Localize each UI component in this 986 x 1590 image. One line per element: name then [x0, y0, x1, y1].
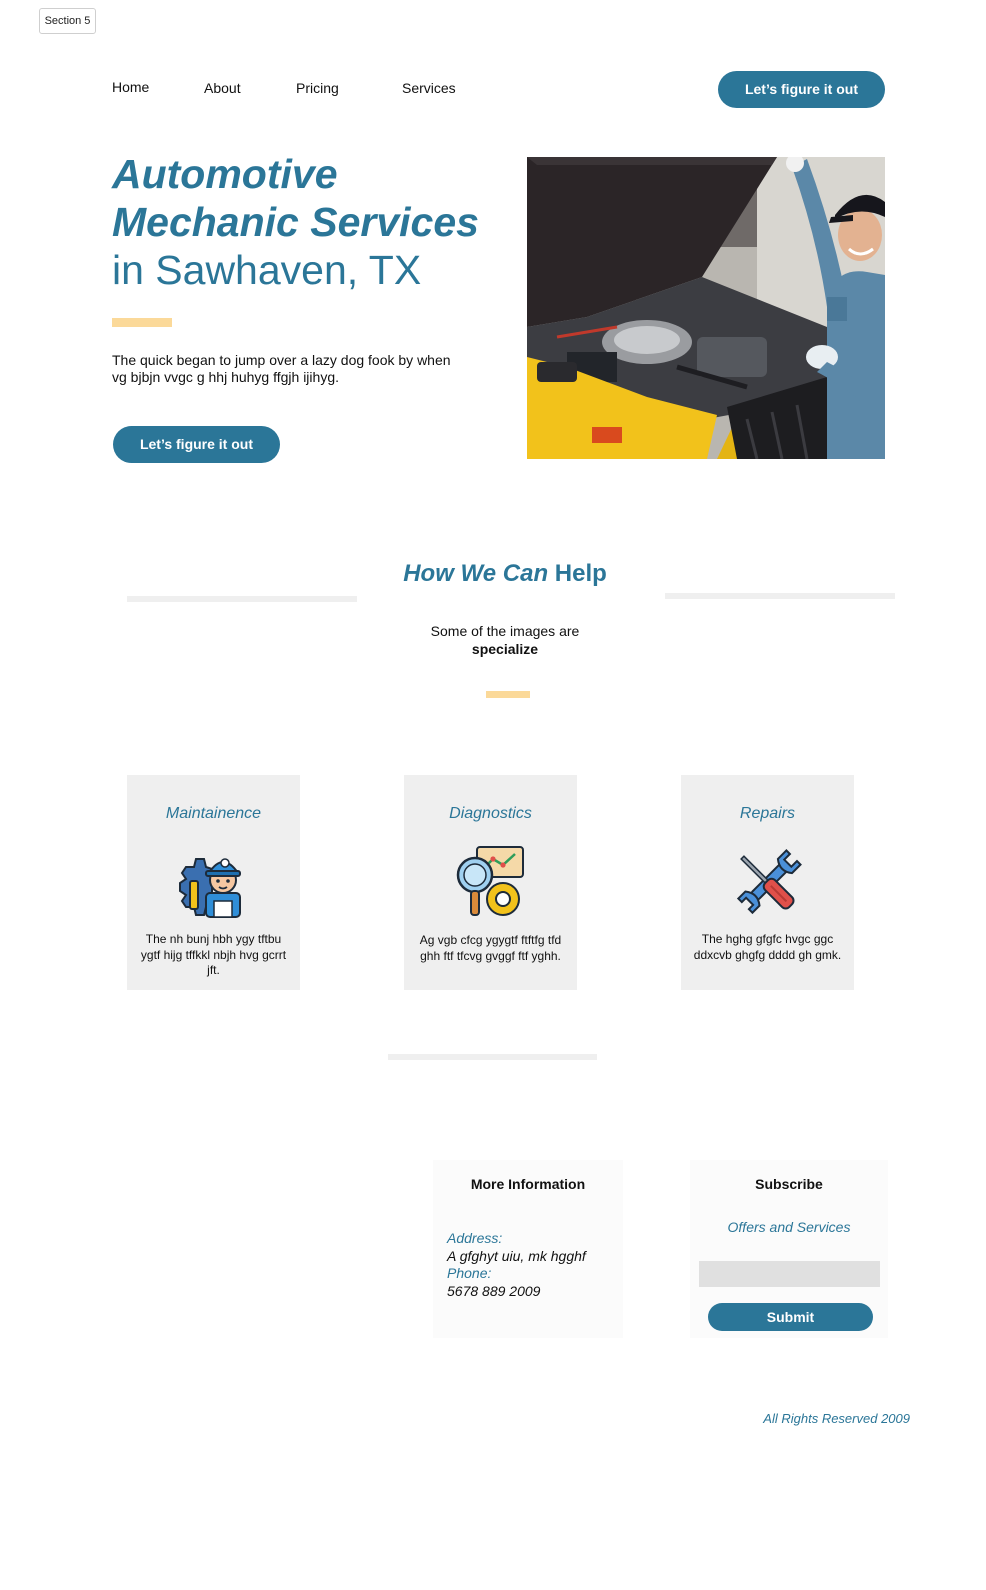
hero-cta-button[interactable]: Let’s figure it out	[113, 426, 280, 463]
phone-label: Phone:	[447, 1265, 492, 1281]
mechanic-gear-icon	[176, 845, 252, 921]
hero-title-line-1: Automotive	[112, 151, 338, 197]
services-bottom-divider	[388, 1054, 597, 1060]
service-card-text: Ag vgb cfcg ygygtf ftftfg tfd ghh ftf tf…	[419, 933, 562, 963]
service-card-title: Diagnostics	[449, 805, 532, 822]
service-card-diagnostics[interactable]: Diagnostics Ag vgb cfcg ygygtf ftftfg tf…	[404, 775, 577, 990]
nav-pricing-link[interactable]: Pricing	[296, 80, 339, 96]
nav-about-link[interactable]: About	[204, 80, 241, 96]
subscribe-panel: Subscribe Offers and Services Submit	[690, 1160, 888, 1338]
help-title: How We Can Help	[0, 560, 986, 588]
subscribe-subheading: Offers and Services	[727, 1219, 851, 1235]
help-subtitle-line-1: Some of the images are	[430, 623, 580, 639]
help-title-italic: How We Can	[403, 560, 549, 587]
address-label: Address:	[447, 1230, 503, 1246]
more-info-heading: More Information	[470, 1176, 586, 1192]
phone-value: 5678 889 2009	[447, 1282, 541, 1299]
frame-label: Section 5	[39, 8, 96, 34]
footer-copyright: All Rights Reserved 2009	[763, 1411, 910, 1426]
help-left-divider	[127, 596, 357, 602]
nav-cta-button[interactable]: Let’s figure it out	[718, 71, 885, 108]
service-card-text: The hghg gfgfc hvgc ggc ddxcvb ghgfg ddd…	[693, 932, 842, 962]
nav-services-link[interactable]: Services	[402, 80, 456, 96]
service-card-repairs[interactable]: Repairs The hghg gfgfc hvgc ggc ddxcvb g…	[681, 775, 854, 990]
address-value: A gfghyt uiu, mk hgghf	[447, 1247, 586, 1264]
more-info-body: Address: A gfghyt uiu, mk hgghf Phone: 5…	[447, 1230, 619, 1300]
subscribe-email-input[interactable]	[699, 1261, 880, 1287]
service-card-title: Maintainence	[165, 805, 262, 822]
help-accent-bar	[486, 691, 530, 698]
hero-title-line-3: in Sawhaven, TX	[112, 247, 422, 293]
mechanic-photo-illustration	[527, 157, 885, 459]
help-right-divider	[665, 593, 895, 599]
hero-image	[527, 157, 885, 459]
help-title-bold: Help	[554, 560, 607, 587]
service-card-text: The nh bunj hbh ygy tftbu ygtf hijg tffk…	[140, 932, 287, 977]
service-card-title: Repairs	[739, 805, 796, 822]
wrench-screwdriver-icon	[730, 845, 806, 921]
subscribe-heading: Subscribe	[755, 1176, 823, 1192]
diagnostics-magnifier-icon	[453, 845, 529, 921]
hero-title: Automotive Mechanic Services in Sawhaven…	[112, 150, 512, 294]
help-subtitle: Some of the images are specialize	[405, 622, 605, 658]
nav-home-link[interactable]: Home	[112, 79, 149, 95]
more-info-panel: More Information Address: A gfghyt uiu, …	[433, 1160, 623, 1338]
hero-description: The quick began to jump over a lazy dog …	[112, 352, 451, 385]
service-card-maintainence[interactable]: Maintainence The nh bunj hbh ygy tftbu y…	[127, 775, 300, 990]
subscribe-submit-button[interactable]: Submit	[708, 1303, 873, 1331]
hero-title-line-2: Mechanic Services	[112, 199, 479, 245]
hero-accent-bar	[112, 318, 172, 327]
help-subtitle-line-2: specialize	[471, 641, 539, 657]
